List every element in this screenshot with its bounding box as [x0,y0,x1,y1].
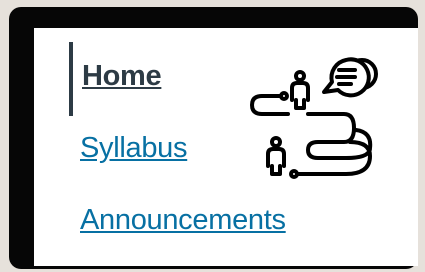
journey-path-icon [250,57,378,179]
nav-syllabus[interactable]: Syllabus [80,132,188,165]
active-indicator [69,42,73,116]
nav-announcements[interactable]: Announcements [80,204,286,237]
nav-home[interactable]: Home [82,60,162,93]
device-frame: Home Syllabus Announcements [9,7,418,269]
course-nav-panel: Home Syllabus Announcements [34,28,418,266]
